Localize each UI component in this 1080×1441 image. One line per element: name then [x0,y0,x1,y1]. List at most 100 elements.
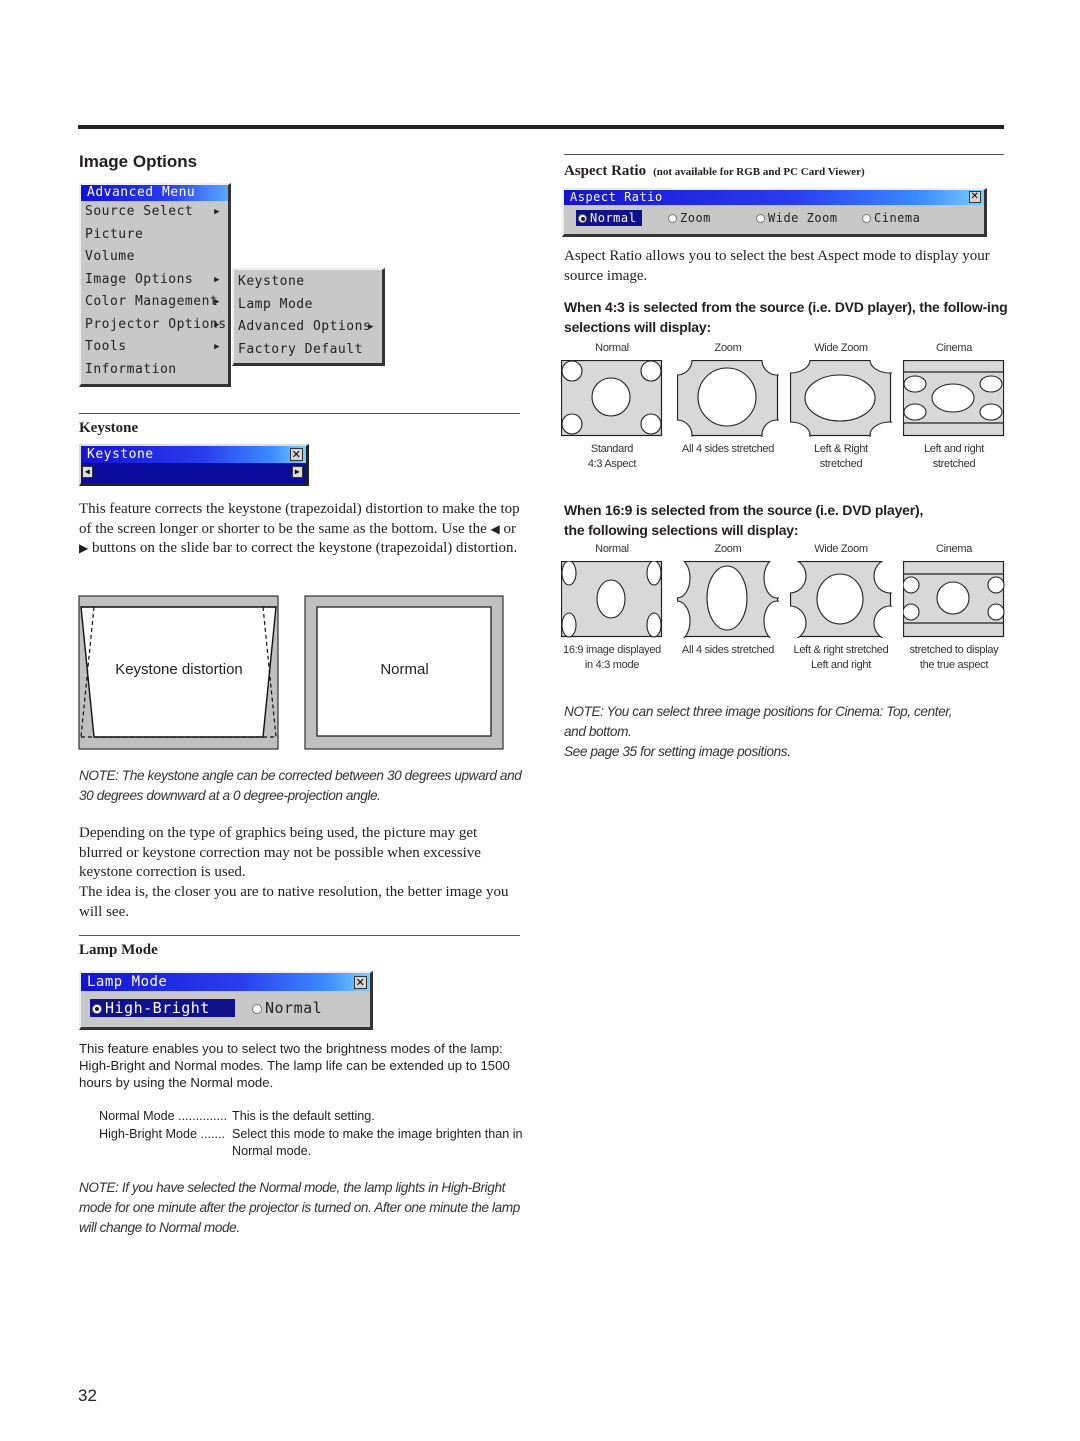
definition-desc: Select this mode to make the image brigh… [232,1126,523,1159]
panel-title: Zoom [714,342,742,354]
lamp-option-high-bright-label: High-Bright [105,999,210,1017]
definition-row: High-Bright Mode ....... Select this mod… [99,1126,524,1161]
keystone-dialog: Keystone ✕ ◀ ▶ [79,444,309,486]
submenu-item-advanced-options[interactable]: Advanced Options ▶ [234,316,382,339]
circle-shape [640,360,662,382]
keystone-para-resolution: The idea is, the closer you are to nativ… [79,884,509,920]
submenu-item-keystone[interactable]: Keystone [234,271,382,294]
panel-title: Cinema [935,543,973,555]
circle-shape [561,612,577,638]
lamp-mode-description: This feature enables you to select two t… [79,1041,510,1090]
lamp-option-high-bright[interactable]: High-Bright [90,999,235,1017]
panel-caption-line: All 4 sides stretched [681,443,775,455]
aspect-ratio-dialog-title-text: Aspect Ratio [570,190,663,204]
source-16-9-heading-line1: When 16:9 is selected from the source (i… [564,502,924,518]
keystone-description-text-1: This feature corrects the keystone (trap… [79,501,520,537]
menu-item-label: Projector Options [85,316,227,332]
center-ellipse [596,579,626,619]
submenu-items: Keystone Lamp Mode Advanced Options ▶ Factor… [234,271,382,361]
menu-item-label: Advanced Options [238,319,372,334]
aspect-option-zoom[interactable]: Zoom [668,210,711,226]
menu-item-label: Source Select [85,204,194,219]
menu-item-picture[interactable]: Picture [81,224,228,247]
aspect-mode-illustration-normal [561,360,663,437]
menu-item-label: Image Options [85,271,194,287]
panel-caption-line: Left and right [923,443,984,455]
close-icon[interactable]: ✕ [290,448,303,461]
circle-shape [646,612,662,638]
circle-shape [903,403,927,421]
circle-shape [979,375,1003,393]
keystone-slider[interactable]: ◀ ▶ [81,463,306,481]
aspect-mode-illustration-zoom [677,360,779,437]
panel-caption-line: Left and right [810,659,871,671]
panel-caption-line: stretched [819,458,863,470]
section-heading-keystone: Keystone [79,420,139,436]
menu-item-color-management[interactable]: Color Management ▶ [81,291,228,314]
submenu-item-lamp-mode[interactable]: Lamp Mode [234,294,382,317]
radio-unselected-icon [668,214,677,223]
aspect-option-cinema[interactable]: Cinema [862,210,920,226]
section-divider [79,935,520,936]
lamp-mode-note: NOTE: If you have selected the Normal mo… [79,1180,520,1235]
aspect-ratio-qualifier: (not available for RGB and PC Card Viewe… [653,166,865,178]
panel-caption: Left and right stretched [895,442,1013,472]
panel-caption-line: in 4:3 mode [584,659,640,671]
close-icon[interactable]: ✕ [969,191,981,203]
cinema-note-line2: and bottom. [564,724,632,739]
menu-item-image-options[interactable]: Image Options ▶ [81,269,228,292]
menu-item-projector-options[interactable]: Projector Options ▶ [81,314,228,337]
cinema-note: NOTE: You can select three image positio… [564,702,1004,762]
circle-shape [903,576,920,594]
center-ellipse [816,573,864,625]
menu-item-label: Lamp Mode [238,296,313,312]
aspect-ratio-title: Aspect Ratio [564,163,647,179]
section-divider [564,154,1004,155]
advanced-menu: Advanced Menu Source Select ▶ Picture Volum… [79,183,231,387]
slider-right-arrow-icon[interactable]: ▶ [292,466,303,478]
radio-selected-icon [92,1003,102,1014]
circle-shape [903,375,927,393]
center-circle [591,377,631,417]
submenu-item-factory-default[interactable]: Factory Default [234,339,382,362]
aspect-option-cinema-label: Cinema [874,211,921,225]
keystone-dialog-title-text: Keystone [87,447,154,462]
circle-shape [561,360,583,382]
top-rule [78,125,1004,129]
menu-item-label: Information [85,361,177,377]
panel-caption: All 4 sides stretched [669,643,787,658]
aspect-option-normal[interactable]: Normal [576,210,642,226]
keystone-note: NOTE: The keystone angle can be correcte… [79,768,522,803]
submenu-arrow-icon: ▶ [214,319,220,330]
page-number: 32 [78,1386,97,1405]
keystone-distortion-label: Keystone distortion [115,661,243,678]
panel-caption-line: stretched to display [909,644,999,656]
cinema-note-line3: See page 35 for setting image positions. [564,744,791,759]
circle-shape [979,403,1003,421]
section-heading-aspect-ratio: Aspect Ratio (not available for RGB and … [564,162,865,180]
keystone-para-blur: Depending on the type of graphics being … [79,825,481,881]
radio-unselected-icon [756,214,765,223]
lamp-mode-definitions: Normal Mode .............. This is the d… [99,1108,524,1161]
submenu-arrow-icon: ▶ [214,342,220,352]
menu-item-label: Picture [85,226,144,242]
lamp-option-normal[interactable]: Normal [252,999,322,1017]
menu-item-information[interactable]: Information [81,359,228,382]
lamp-mode-options: High-Bright Normal [81,991,370,1023]
center-circle [697,367,757,427]
circle-shape [987,576,1005,594]
radio-unselected-icon [862,214,871,223]
slider-left-arrow-icon[interactable]: ◀ [82,466,93,478]
section-heading-image-options: Image Options [79,152,198,171]
close-icon[interactable]: ✕ [354,976,367,989]
aspect-option-wide-zoom[interactable]: Wide Zoom [756,210,838,226]
panel-title: Zoom [714,543,742,555]
definition-row: Normal Mode .............. This is the d… [99,1108,524,1126]
menu-item-tools[interactable]: Tools ▶ [81,336,228,359]
panel-caption-line: All 4 sides stretched [681,644,775,656]
menu-item-volume[interactable]: Volume [81,246,228,269]
menu-item-source-select[interactable]: Source Select ▶ [81,201,228,224]
source-16-9-heading-line2: the following selections will display: [564,522,799,538]
submenu-arrow-icon: ▶ [214,274,220,285]
panel-caption-line: stretched [932,458,976,470]
